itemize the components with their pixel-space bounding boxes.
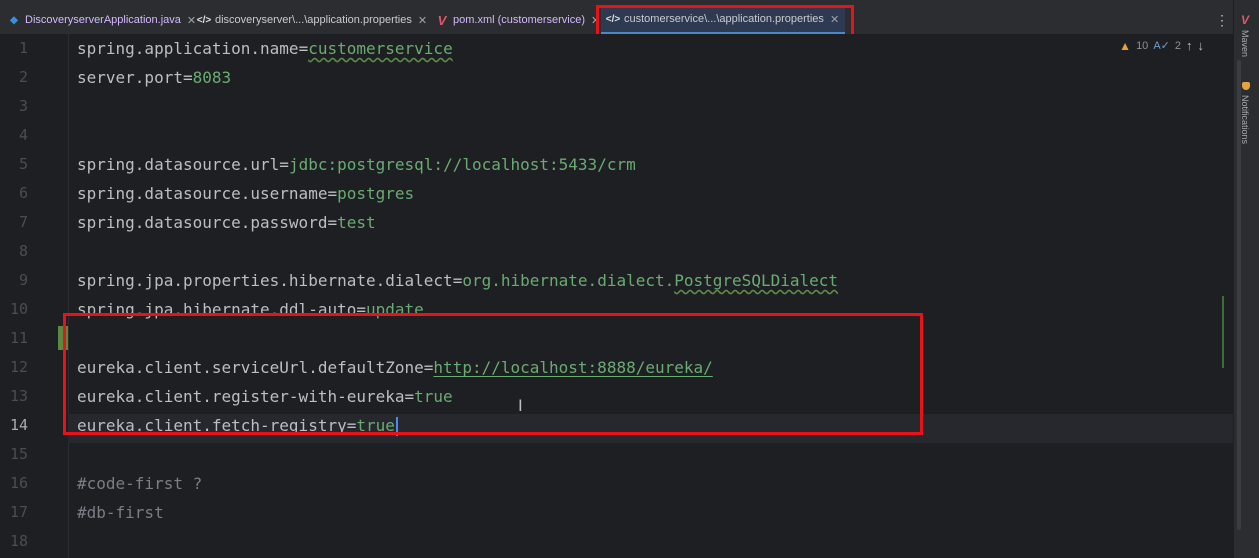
annotation-box-eureka-config (63, 313, 923, 435)
line-number: 13 (9, 387, 28, 405)
code-editor[interactable]: 1 2 3 4 5 6 7 8 9 10 11 12 13 14 15 16 1… (0, 34, 1234, 558)
maven-tool-label[interactable]: Maven (1240, 30, 1250, 57)
line-number-current: 14 (9, 416, 28, 434)
maven-icon: V (437, 12, 447, 28)
code-line: spring.datasource.username=postgres (77, 184, 415, 203)
line-number: 4 (18, 126, 28, 144)
tab-discoveryserver-application-java[interactable]: ◆ DiscoveryserverApplication.java ✕ (8, 6, 196, 34)
tab-discoveryserver-properties[interactable]: </> discoveryserver\...\application.prop… (196, 6, 427, 34)
tab-options-icon[interactable]: ⋮ (1215, 12, 1229, 29)
line-number: 8 (18, 242, 28, 260)
line-number: 18 (9, 532, 28, 550)
inspection-widget[interactable]: ▲ 10 A✓ 2 ↑ ↓ (1119, 38, 1204, 53)
maven-tool-icon[interactable]: V (1241, 13, 1249, 27)
line-number: 1 (18, 39, 28, 57)
properties-file-icon: </> (196, 14, 212, 26)
warning-count: 10 (1136, 39, 1149, 52)
line-number: 12 (9, 358, 28, 376)
notifications-bell-icon[interactable] (1242, 82, 1250, 90)
tab-label: pom.xml (customerservice) (453, 14, 586, 26)
java-class-icon: ◆ (10, 14, 18, 26)
code-line: server.port=8083 (77, 68, 232, 87)
next-highlight-icon[interactable]: ↓ (1198, 38, 1205, 53)
line-number: 2 (18, 68, 28, 86)
tab-pom-xml[interactable]: V pom.xml (customerservice) ✕ (436, 6, 601, 34)
typo-count: 2 (1174, 39, 1181, 52)
code-line-comment: #code-first ? (77, 474, 203, 493)
line-number: 3 (18, 97, 28, 115)
line-number: 9 (18, 271, 28, 289)
line-number: 17 (9, 503, 28, 521)
line-number: 7 (18, 213, 28, 231)
line-number: 10 (9, 300, 28, 318)
line-number-gutter: 1 2 3 4 5 6 7 8 9 10 11 12 13 14 15 16 1… (0, 34, 58, 558)
right-tool-strip: V Maven Notifications (1233, 0, 1259, 558)
typo-icon: A✓ (1153, 40, 1170, 52)
close-icon[interactable]: ✕ (418, 14, 427, 27)
gutter-divider (68, 34, 69, 558)
tab-label: DiscoveryserverApplication.java (25, 14, 181, 26)
close-icon[interactable]: ✕ (187, 14, 196, 27)
line-number: 6 (18, 184, 28, 202)
code-line: spring.datasource.url=jdbc:postgresql://… (77, 155, 636, 174)
warning-icon: ▲ (1119, 38, 1132, 53)
tab-label: discoveryserver\...\application.properti… (215, 14, 412, 26)
previous-highlight-icon[interactable]: ↑ (1186, 38, 1193, 53)
code-line: spring.application.name=customerservice (77, 39, 453, 58)
notifications-tool-label[interactable]: Notifications (1240, 95, 1250, 144)
line-number: 16 (9, 474, 28, 492)
code-line: spring.jpa.properties.hibernate.dialect=… (77, 271, 839, 290)
line-number: 11 (9, 329, 28, 347)
code-line: spring.datasource.password=test (77, 213, 376, 232)
scrollbar-change-marker (1222, 296, 1224, 368)
code-line-comment: #db-first (77, 503, 164, 522)
line-number: 15 (9, 445, 28, 463)
line-number: 5 (18, 155, 28, 173)
